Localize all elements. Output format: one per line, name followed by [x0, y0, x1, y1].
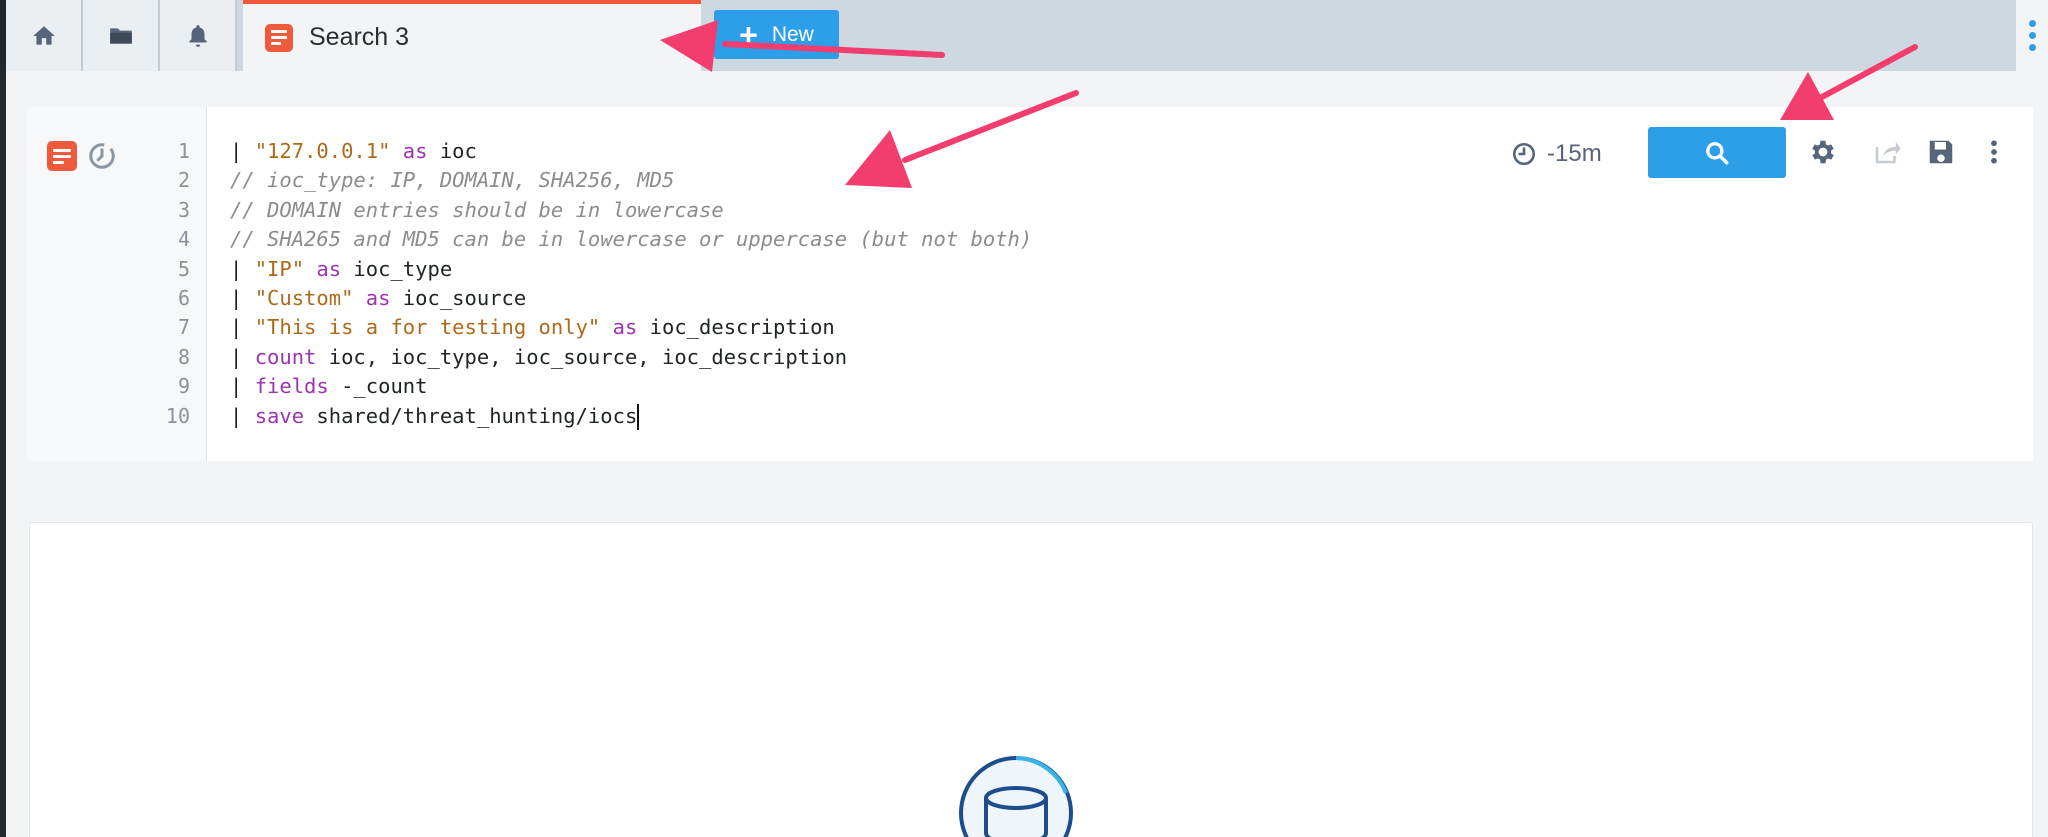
line-number: 8 [177, 344, 190, 369]
plus-icon: + [739, 16, 758, 53]
code-token: "IP" [254, 256, 305, 281]
editor-more-button[interactable] [1977, 135, 2011, 169]
window-edge [0, 0, 6, 837]
line-number: 7 [177, 315, 190, 340]
code-token: save [254, 403, 305, 428]
active-tab-label: Search 3 [309, 23, 410, 51]
clock-icon [1512, 142, 1536, 166]
save-icon [1929, 140, 1953, 164]
code-token: ioc [427, 139, 477, 163]
line-number: 2 [177, 168, 190, 193]
line-number: 10 [165, 403, 190, 428]
code-token: as [353, 285, 391, 310]
code-token: | [230, 403, 255, 428]
search-doc-icon [47, 141, 77, 171]
line-number-gutter: 1 2 3 4 5 6 7 8 9 10 [125, 107, 207, 461]
folder-icon [109, 27, 132, 44]
folder-tab[interactable] [83, 0, 160, 71]
line-number: 3 [177, 197, 190, 222]
code-token: ioc_description [637, 315, 835, 340]
code-line: // DOMAIN entries should be in lowercase [230, 196, 1032, 225]
gear-icon [1812, 140, 1834, 164]
code-token: "127.0.0.1" [254, 139, 391, 163]
code-token: | [230, 374, 255, 399]
code-line: | "127.0.0.1" as ioc [230, 137, 1032, 166]
history-button[interactable] [87, 141, 117, 171]
code-token: ioc, ioc_type, ioc_source, ioc_descripti… [316, 344, 848, 369]
code-line: // SHA265 and MD5 can be in lowercase or… [230, 225, 1032, 254]
code-line: | "This is a for testing only" as ioc_de… [230, 313, 1032, 342]
line-number: 4 [177, 227, 190, 252]
run-search-button[interactable] [1648, 127, 1786, 178]
time-range-value: -15m [1547, 140, 1602, 167]
query-type-button[interactable] [47, 141, 77, 171]
tab-bar: Search 3 + New [6, 0, 2048, 71]
query-text[interactable]: | "127.0.0.1" as ioc// ioc_type: IP, DOM… [230, 137, 1032, 431]
code-line: | fields -_count [230, 372, 1032, 401]
code-line: | "Custom" as ioc_source [230, 284, 1032, 313]
query-editor: 1 2 3 4 5 6 7 8 9 10 | "127.0.0.1" as ioc// ioc_t… [27, 107, 2033, 461]
share-icon [1875, 142, 1901, 164]
home-tab[interactable] [6, 0, 83, 71]
search-icon [1706, 141, 1729, 164]
line-number: 9 [177, 374, 190, 399]
code-token: count [254, 344, 317, 369]
code-token: as [304, 256, 342, 281]
save-query-button[interactable] [1924, 135, 1958, 169]
more-menu-button[interactable] [2016, 0, 2048, 71]
code-token: | [230, 344, 255, 369]
line-number: 5 [177, 256, 190, 281]
results-panel [29, 522, 2033, 837]
line-number: 1 [177, 139, 190, 163]
code-token: "Custom" [254, 285, 354, 310]
code-token: as [600, 315, 638, 340]
code-line: // ioc_type: IP, DOMAIN, SHA256, MD5 [230, 166, 1032, 195]
code-token: | [230, 315, 255, 340]
code-token: "This is a for testing only" [254, 315, 601, 340]
code-token: // ioc_type: IP, DOMAIN, SHA256, MD5 [230, 168, 675, 193]
code-line: | save shared/threat_hunting/iocs [230, 402, 1032, 431]
code-line: | count ioc, ioc_type, ioc_source, ioc_d… [230, 343, 1032, 372]
editor-side-rail [27, 107, 125, 461]
home-icon [32, 25, 55, 45]
bell-icon [188, 24, 207, 47]
new-tab-label: New [771, 22, 814, 46]
new-tab-button[interactable]: + New [714, 10, 839, 59]
code-token: // DOMAIN entries should be in lowercase [230, 197, 724, 222]
code-token: | [230, 285, 255, 310]
settings-button[interactable] [1806, 135, 1840, 169]
more-vertical-icon [1991, 140, 1997, 164]
text-caret [637, 403, 640, 430]
code-token: shared/threat_hunting/iocs [304, 403, 638, 428]
search-doc-icon [265, 23, 293, 52]
code-token: // SHA265 and MD5 can be in lowercase or… [230, 227, 1033, 252]
code-token: | [230, 139, 255, 163]
more-vertical-icon [2028, 20, 2036, 27]
database-icon [959, 756, 1073, 837]
alerts-tab[interactable] [160, 0, 237, 71]
time-range-selector[interactable]: -15m [1511, 137, 1602, 171]
code-line: | "IP" as ioc_type [230, 255, 1032, 284]
history-icon [89, 143, 115, 169]
code-token: as [390, 139, 428, 163]
code-token: ioc_source [390, 285, 527, 310]
code-token: fields [254, 374, 329, 399]
line-number: 6 [177, 286, 190, 310]
code-token: | [230, 256, 255, 281]
code-token: -_count [328, 374, 428, 399]
code-token: ioc_type [341, 256, 453, 281]
tab-search-3[interactable]: Search 3 [243, 0, 701, 71]
share-button[interactable] [1870, 135, 1904, 169]
